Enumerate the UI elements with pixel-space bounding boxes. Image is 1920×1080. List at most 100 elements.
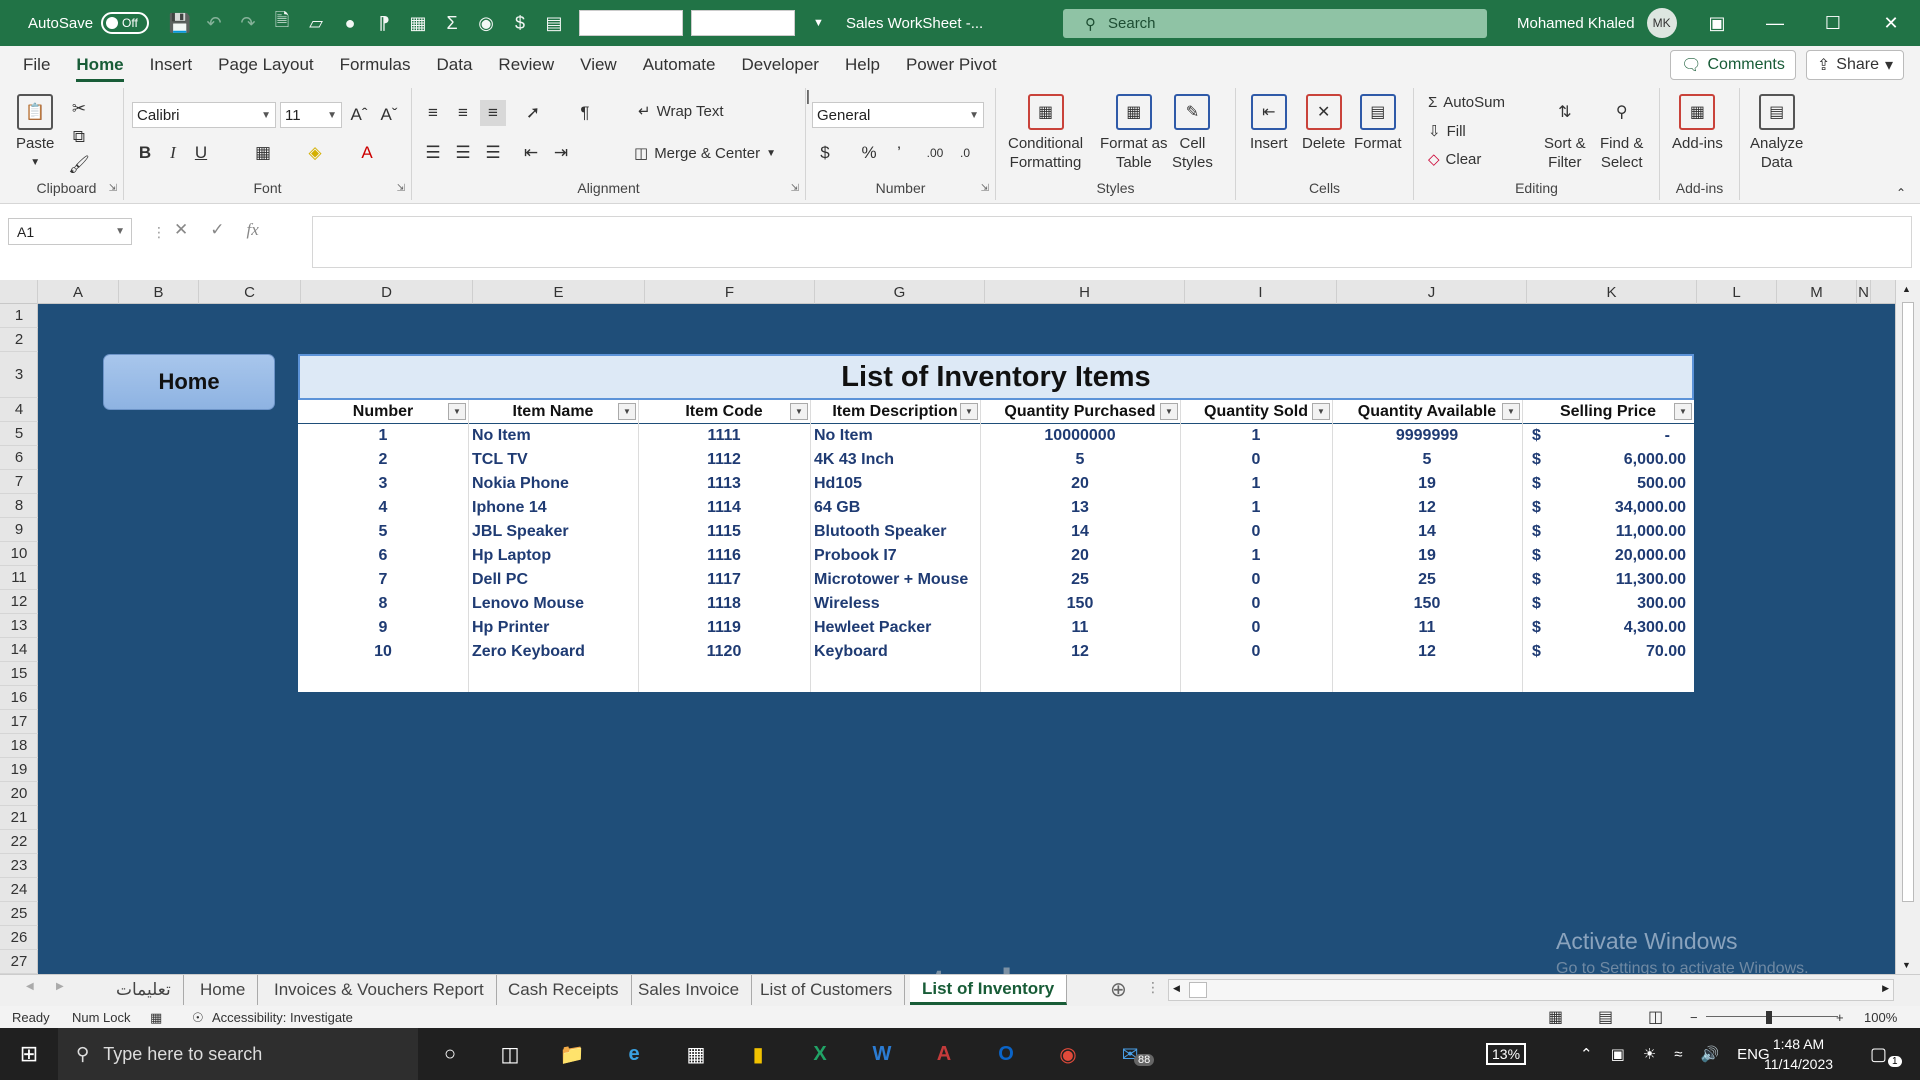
- table-cell-available[interactable]: 9999999: [1332, 424, 1522, 448]
- table-cell-name[interactable]: Nokia Phone: [468, 472, 638, 496]
- table-cell-name[interactable]: Dell PC: [468, 568, 638, 592]
- table-cell-code[interactable]: 1115: [638, 520, 810, 544]
- network-icon[interactable]: ☀: [1643, 1045, 1656, 1063]
- filter-dropdown-icon[interactable]: ▼: [960, 403, 978, 420]
- row-header-27[interactable]: 27: [0, 950, 38, 974]
- scroll-up-icon[interactable]: ▲: [1902, 284, 1911, 294]
- font-name-combo[interactable]: Calibri ▼: [132, 102, 276, 128]
- align-left-icon[interactable]: ☰: [420, 140, 446, 166]
- number-format-combo[interactable]: General ▼: [812, 102, 984, 128]
- table-cell-num[interactable]: 5: [298, 520, 468, 544]
- column-header-a[interactable]: A: [38, 280, 119, 304]
- table-cell-desc[interactable]: Blutooth Speaker: [810, 520, 980, 544]
- horizontal-scrollbar[interactable]: ◀ ▶: [1168, 979, 1894, 1001]
- filter-dropdown-icon[interactable]: ▼: [1502, 403, 1520, 420]
- align-right-icon[interactable]: ☰: [480, 140, 506, 166]
- sheet-tab-6[interactable]: List of Inventory: [910, 975, 1068, 1005]
- share-button[interactable]: ⇪ Share ▾: [1805, 50, 1904, 80]
- table-cell-code[interactable]: 1120: [638, 640, 810, 664]
- table-cell-sold[interactable]: 0: [1180, 448, 1332, 472]
- sheet-tab-0[interactable]: تعليمات: [104, 975, 184, 1005]
- copy-icon[interactable]: ⧉: [66, 124, 92, 150]
- row-header-14[interactable]: 14: [0, 638, 38, 662]
- column-header-f[interactable]: F: [645, 280, 815, 304]
- decrease-indent-icon[interactable]: ⇤: [518, 140, 544, 166]
- autosum-button[interactable]: Σ AutoSum: [1428, 94, 1505, 111]
- table-cell-purchased[interactable]: 20: [980, 472, 1180, 496]
- macro-icon[interactable]: ⁋: [367, 8, 401, 38]
- table-cell-price[interactable]: $20,000.00: [1522, 544, 1694, 568]
- table-cell-num[interactable]: 3: [298, 472, 468, 496]
- row-header-12[interactable]: 12: [0, 590, 38, 614]
- column-header-d[interactable]: D: [301, 280, 473, 304]
- table-cell-sold[interactable]: 1: [1180, 544, 1332, 568]
- row-header-24[interactable]: 24: [0, 878, 38, 902]
- table-row[interactable]: 6 Hp Laptop 1116 Probook I7 20 1 19 $20,000.00: [298, 544, 1694, 568]
- meet-now-icon[interactable]: ▣: [1611, 1045, 1625, 1063]
- volume-icon[interactable]: 🔊: [1700, 1045, 1719, 1063]
- row-header-11[interactable]: 11: [0, 566, 38, 590]
- page-break-icon[interactable]: ◫: [1648, 1007, 1663, 1027]
- qat-combo-1[interactable]: [579, 10, 684, 36]
- table-cell-code[interactable]: 1111: [638, 424, 810, 448]
- addins-button[interactable]: ▦ Add-ins: [1672, 94, 1723, 153]
- table-cell-desc[interactable]: 64 GB: [810, 496, 980, 520]
- search-box[interactable]: ⚲ Search: [1063, 9, 1487, 38]
- table-cell-num[interactable]: 9: [298, 616, 468, 640]
- table-cell-name[interactable]: TCL TV: [468, 448, 638, 472]
- number-launcher-icon[interactable]: ⇲: [981, 183, 989, 194]
- row-header-3[interactable]: 3: [0, 352, 38, 398]
- tab-data[interactable]: Data: [424, 46, 486, 84]
- home-button[interactable]: Home: [103, 354, 275, 410]
- row-header-19[interactable]: 19: [0, 758, 38, 782]
- table-cell-num[interactable]: 7: [298, 568, 468, 592]
- row-header-21[interactable]: 21: [0, 806, 38, 830]
- increase-decimal-icon[interactable]: .00: [922, 140, 948, 166]
- column-header-h[interactable]: H: [985, 280, 1185, 304]
- table-cell-purchased[interactable]: 20: [980, 544, 1180, 568]
- sum-icon[interactable]: Σ: [435, 8, 469, 38]
- status-accessibility[interactable]: Accessibility: Investigate: [212, 1010, 353, 1025]
- zoom-out-icon[interactable]: −: [1690, 1010, 1698, 1025]
- table-row[interactable]: 7 Dell PC 1117 Microtower + Mouse 25 0 25 $11,3…: [298, 568, 1694, 592]
- prev-sheet-icon[interactable]: ◀: [26, 981, 34, 992]
- table-row[interactable]: 8 Lenovo Mouse 1118 Wireless 150 0 150 $300.00: [298, 592, 1694, 616]
- ribbon-display-icon[interactable]: ▣: [1688, 0, 1746, 46]
- row-header-7[interactable]: 7: [0, 470, 38, 494]
- tab-insert[interactable]: Insert: [137, 46, 206, 84]
- table-cell-code[interactable]: 1114: [638, 496, 810, 520]
- find-select-button[interactable]: ⚲ Find & Select: [1600, 94, 1643, 172]
- format-painter-icon[interactable]: 🖌: [66, 152, 92, 178]
- avatar[interactable]: MK: [1646, 8, 1677, 38]
- h-scroll-thumb[interactable]: [1189, 982, 1207, 998]
- table-row[interactable]: 1 No Item 1111 No Item 10000000 1 9999999 $ -: [298, 424, 1694, 448]
- maximize-icon[interactable]: ☐: [1804, 0, 1862, 46]
- row-header-26[interactable]: 26: [0, 926, 38, 950]
- tab-file[interactable]: File: [10, 46, 63, 84]
- column-header-i[interactable]: I: [1185, 280, 1337, 304]
- table-cell-num[interactable]: 10: [298, 640, 468, 664]
- table-cell-purchased[interactable]: 25: [980, 568, 1180, 592]
- table-cell-name[interactable]: Hp Laptop: [468, 544, 638, 568]
- table-cell-purchased[interactable]: 14: [980, 520, 1180, 544]
- macro-record-icon[interactable]: ▦: [150, 1010, 162, 1026]
- autosave-control[interactable]: AutoSave Off: [28, 12, 150, 34]
- row-header-15[interactable]: 15: [0, 662, 38, 686]
- filter-dropdown-icon[interactable]: ▼: [618, 403, 636, 420]
- table-cell-desc[interactable]: Keyboard: [810, 640, 980, 664]
- table-cell-available[interactable]: 12: [1332, 640, 1522, 664]
- table-cell-sold[interactable]: 0: [1180, 616, 1332, 640]
- tab-developer[interactable]: Developer: [728, 46, 832, 84]
- cell-styles-button[interactable]: ✎ Cell Styles: [1172, 94, 1213, 172]
- calculator-icon[interactable]: ▤: [537, 8, 571, 38]
- table-cell-purchased[interactable]: 5: [980, 448, 1180, 472]
- notifications-icon[interactable]: ▢: [1870, 1028, 1887, 1080]
- italic-icon[interactable]: I: [160, 140, 186, 166]
- sheet-tab-1[interactable]: Home: [188, 975, 259, 1005]
- scroll-thumb[interactable]: [1902, 302, 1914, 902]
- table-cell-price[interactable]: $300.00: [1522, 592, 1694, 616]
- chrome-icon[interactable]: ◉: [1046, 1034, 1090, 1074]
- comma-style-icon[interactable]: ’: [886, 140, 912, 166]
- table-cell-sold[interactable]: 1: [1180, 472, 1332, 496]
- row-header-13[interactable]: 13: [0, 614, 38, 638]
